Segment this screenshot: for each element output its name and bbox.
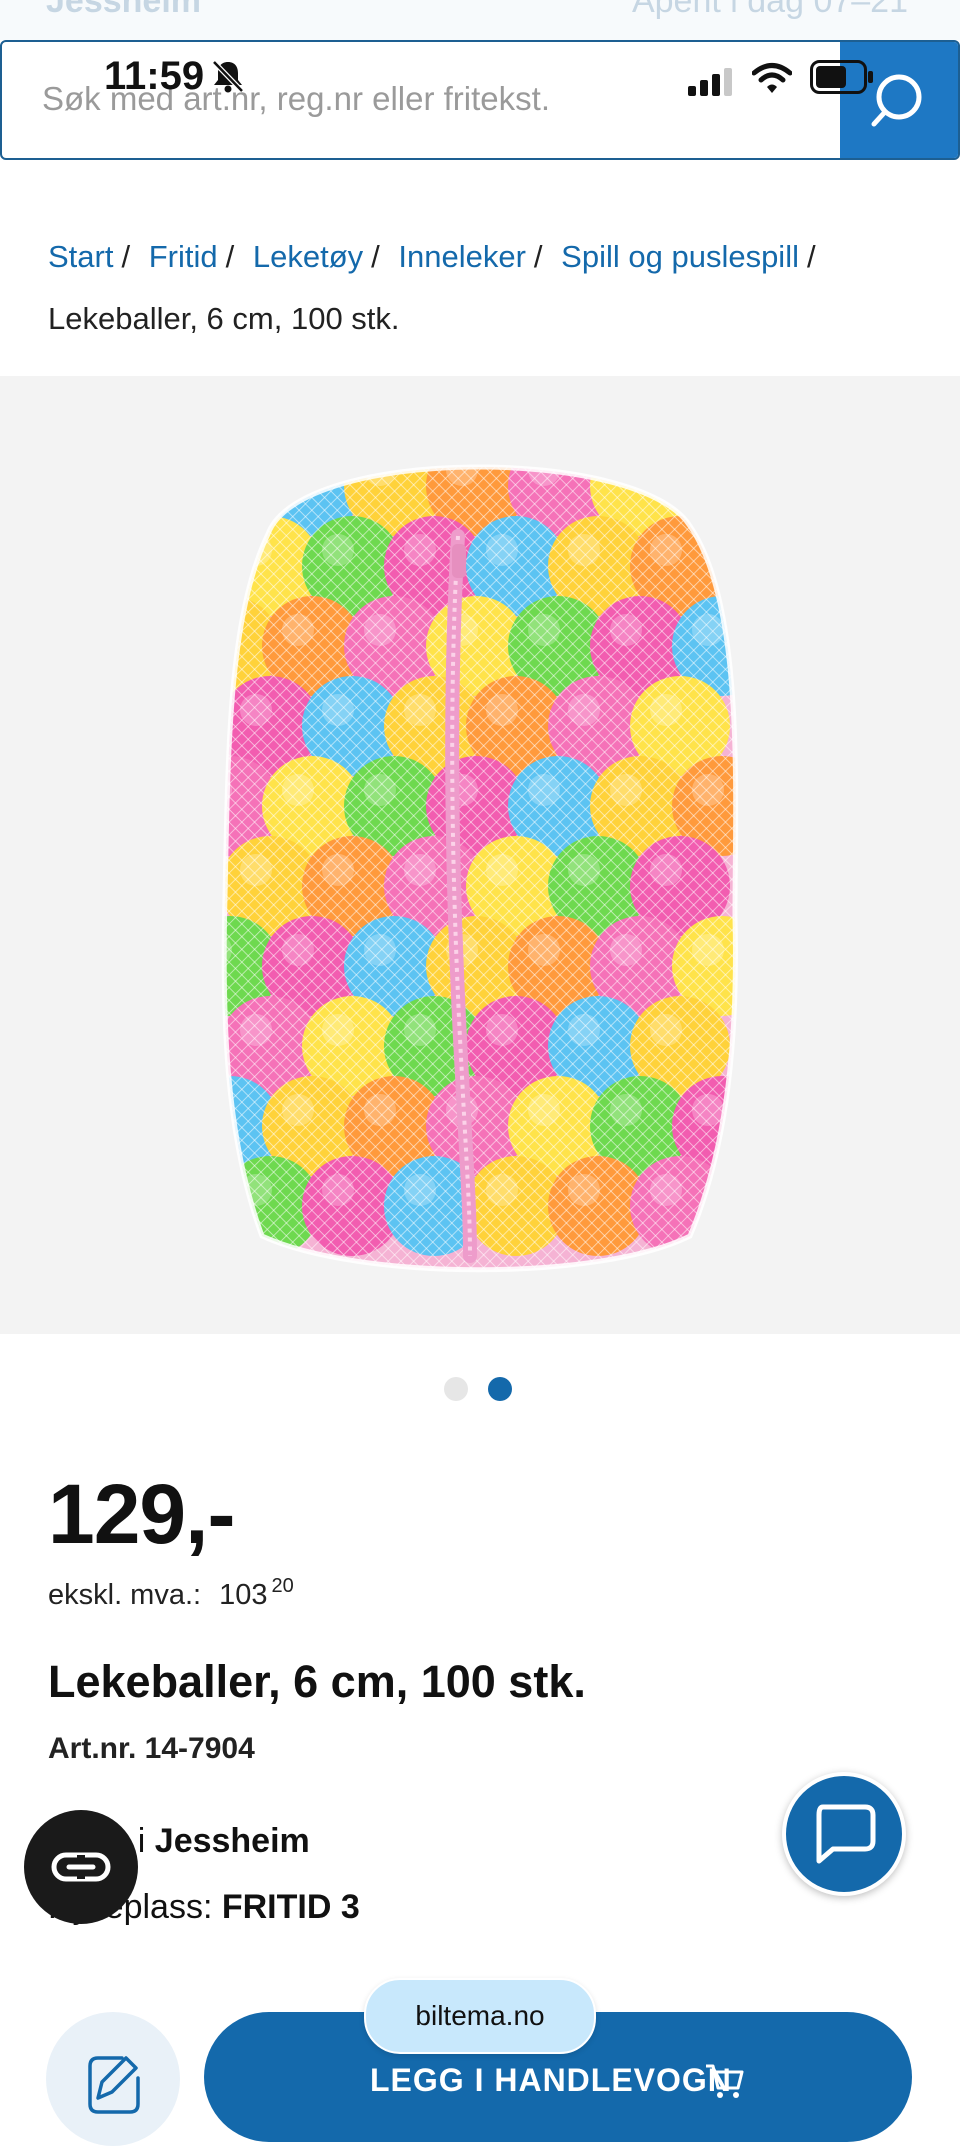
gallery-dot-2[interactable] xyxy=(488,1377,512,1401)
ball-highlight xyxy=(692,466,724,486)
opening-hours: Åpent i dag 07–21 xyxy=(631,0,908,20)
product-image xyxy=(221,464,739,1273)
stock-store[interactable]: Jessheim xyxy=(155,1822,310,1860)
ex-vat-label: ekskl. mva.: xyxy=(48,1579,202,1611)
price-ex-vat: ekskl. mva.: 103 20 xyxy=(48,1575,294,1612)
breadcrumb-separator: / xyxy=(371,239,380,274)
store-header: Jessheim Åpent i dag 07–21 xyxy=(0,0,960,40)
accessibility-button[interactable] xyxy=(24,1810,138,1924)
article-number: Art.nr. 14-7904 xyxy=(48,1732,255,1765)
store-name: Jessheim xyxy=(46,0,201,20)
chat-icon xyxy=(816,1804,876,1864)
accessibility-icon xyxy=(51,1852,111,1882)
product-title: Lekeballer, 6 cm, 100 stk. xyxy=(48,1656,586,1707)
add-to-cart-label: LEGG I HANDLEVOGN xyxy=(370,2062,732,2098)
ball-highlight xyxy=(224,466,232,486)
breadcrumb: Start / Fritid / Leketøy / Inneleker / Spill… xyxy=(48,226,928,350)
shelf-value: FRITID 3 xyxy=(221,1888,360,1926)
ball-highlight xyxy=(224,1094,232,1126)
breadcrumb-inneleker[interactable]: Inneleker xyxy=(398,239,526,274)
search-icon xyxy=(871,74,922,127)
ex-vat-value: 103 xyxy=(219,1579,268,1611)
ex-vat-decimals: 20 xyxy=(271,1575,294,1597)
battery-icon xyxy=(810,60,873,94)
breadcrumb-leketoy[interactable]: Leketøy xyxy=(253,239,363,274)
signal-icon xyxy=(688,68,732,96)
breadcrumb-separator: / xyxy=(121,239,131,274)
breadcrumb-fritid[interactable]: Fritid xyxy=(149,239,218,274)
compare-button[interactable] xyxy=(46,2012,180,2146)
status-time: 11:59 xyxy=(104,54,205,98)
cart-icon xyxy=(706,2064,744,2098)
product-price: 129,- xyxy=(48,1467,235,1561)
ball-highlight xyxy=(282,466,314,486)
breadcrumb-separator: / xyxy=(806,239,816,274)
compare-icon xyxy=(88,2056,140,2114)
chat-button[interactable] xyxy=(782,1772,906,1896)
breadcrumb-separator: / xyxy=(533,239,543,274)
product-image-gallery[interactable] xyxy=(0,376,960,1334)
ball-highlight xyxy=(224,614,232,646)
breadcrumb-current: Lekeballer, 6 cm, 100 stk. xyxy=(48,301,400,336)
ball xyxy=(224,466,280,536)
breadcrumb-spill-og-puslespill[interactable]: Spill og puslespill xyxy=(561,239,799,274)
breadcrumb-separator: / xyxy=(225,239,235,274)
gallery-pagination xyxy=(444,1377,512,1401)
browser-url-pill[interactable]: biltema.no xyxy=(364,1978,596,2054)
wifi-icon xyxy=(752,63,792,93)
bell-slash-icon xyxy=(212,60,244,93)
breadcrumb-start[interactable]: Start xyxy=(48,239,113,274)
gallery-dot-1[interactable] xyxy=(444,1377,468,1401)
